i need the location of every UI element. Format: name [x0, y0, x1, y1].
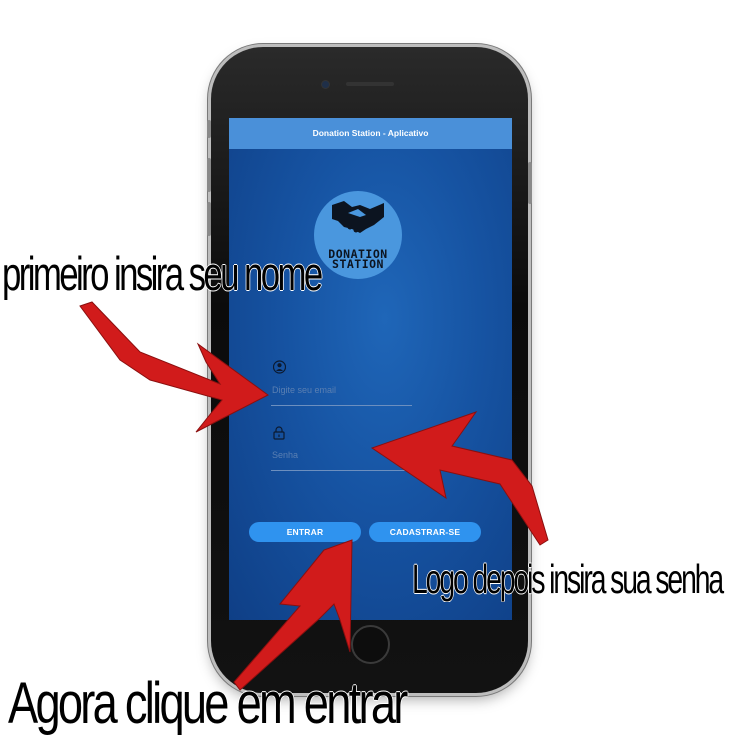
caption-step2: Logo depois insira sua senha [412, 556, 724, 602]
arrow-to-email [79, 301, 269, 433]
arrow-to-password [370, 411, 549, 546]
annotation-arrows [79, 301, 549, 691]
arrow-to-enter [233, 539, 353, 691]
caption-step3: Agora clique em entrar [8, 671, 408, 736]
caption-step1: primeiro insira seu nome [2, 247, 323, 300]
